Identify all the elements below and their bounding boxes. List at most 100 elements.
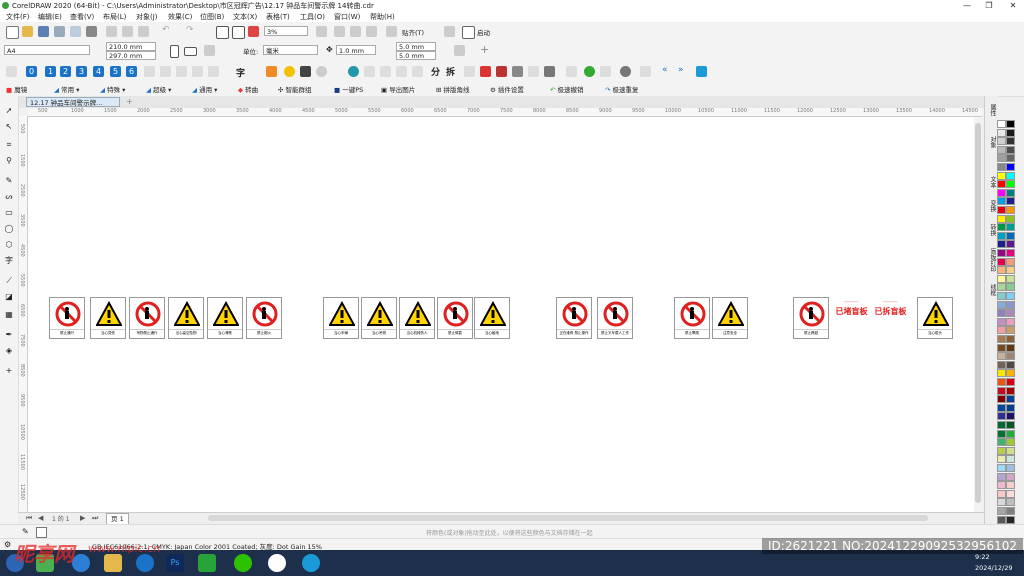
- color-swatch[interactable]: [997, 128, 1006, 137]
- color-swatch[interactable]: [997, 335, 1006, 343]
- undo-icon[interactable]: ↶: [162, 25, 170, 35]
- color-swatch[interactable]: [997, 300, 1006, 309]
- color-swatch[interactable]: [997, 326, 1006, 335]
- vertical-scroll-thumb[interactable]: [975, 123, 981, 503]
- duplicate-x-field[interactable]: 5.0 mm: [396, 42, 436, 51]
- color-swatch[interactable]: [997, 163, 1006, 171]
- safety-sign-warning[interactable]: 当心烫伤: [90, 297, 126, 339]
- fill-icon[interactable]: ◈: [4, 346, 14, 356]
- color-swatch[interactable]: [997, 257, 1006, 266]
- plugin-crop-marks[interactable]: ⊞ 拼版角线: [436, 84, 470, 94]
- color-swatch[interactable]: [997, 137, 1006, 146]
- no-fill-swatch[interactable]: [36, 527, 47, 538]
- blend-icon[interactable]: ◪: [4, 292, 14, 302]
- node-icon[interactable]: [364, 66, 375, 77]
- color-swatch[interactable]: [997, 481, 1006, 490]
- zoom-tool-icon[interactable]: ⚲: [4, 156, 14, 166]
- color-swatch[interactable]: [997, 429, 1006, 438]
- transparency-icon[interactable]: ▦: [4, 310, 14, 320]
- check-icon[interactable]: [6, 66, 17, 77]
- last-page-icon[interactable]: ⏭: [92, 514, 98, 523]
- color-swatch[interactable]: [1006, 343, 1015, 352]
- color-swatch[interactable]: [1006, 403, 1015, 412]
- landscape-icon[interactable]: [184, 47, 197, 56]
- color-swatch[interactable]: [997, 240, 1006, 249]
- color-swatch[interactable]: [997, 274, 1006, 283]
- color-swatch[interactable]: [1006, 326, 1015, 335]
- menu-view[interactable]: 查看(V): [70, 12, 94, 22]
- color-swatch[interactable]: [997, 214, 1006, 223]
- color-swatch[interactable]: [997, 507, 1006, 515]
- color-swatch[interactable]: [997, 515, 1006, 524]
- window-icon[interactable]: [640, 66, 651, 77]
- color-swatch[interactable]: [1006, 472, 1015, 481]
- document-tab[interactable]: 12.17 钟品车间警示牌...: [26, 97, 120, 107]
- table-tool-icon[interactable]: [208, 66, 219, 77]
- page-frame-icon[interactable]: [454, 45, 465, 56]
- color-swatch[interactable]: [1006, 352, 1015, 361]
- docker-tab-objects[interactable]: 对象: [986, 136, 997, 148]
- page-size-select[interactable]: A4: [4, 45, 90, 55]
- snap-icon[interactable]: [386, 26, 397, 37]
- paste-icon[interactable]: [138, 26, 149, 37]
- color-swatch[interactable]: [997, 369, 1006, 378]
- export-icon[interactable]: [232, 26, 245, 39]
- color-swatch[interactable]: [997, 343, 1006, 352]
- color-swatch[interactable]: [997, 464, 1006, 472]
- color-swatch[interactable]: [997, 171, 1006, 180]
- safety-sign-prohibit[interactable]: 正在维修 禁止操作: [556, 297, 592, 339]
- number-3-button[interactable]: 3: [76, 66, 87, 77]
- color-swatch[interactable]: [997, 292, 1006, 300]
- color-swatch[interactable]: [1006, 515, 1015, 524]
- grid-icon[interactable]: [350, 26, 361, 37]
- color-swatch[interactable]: [1006, 163, 1015, 171]
- new-tab-icon[interactable]: +: [126, 97, 133, 106]
- printer-icon[interactable]: [544, 66, 555, 77]
- color-swatch[interactable]: [1006, 395, 1015, 404]
- plugin-special[interactable]: ◢ 特殊 ▾: [100, 84, 125, 94]
- color-swatch[interactable]: [997, 266, 1006, 275]
- plugin-general[interactable]: ◢ 通用 ▾: [192, 84, 217, 94]
- color-swatch[interactable]: [997, 378, 1006, 386]
- color-swatch[interactable]: [1006, 137, 1015, 146]
- page-width-field[interactable]: 210.0 mm: [106, 42, 156, 51]
- color-swatch[interactable]: [997, 154, 1006, 163]
- safety-sign-prohibit[interactable]: 禁止通行: [49, 297, 85, 339]
- color-swatch[interactable]: [1006, 197, 1015, 206]
- color-swatch[interactable]: [1006, 128, 1015, 137]
- prev-page-icon[interactable]: ◀: [38, 514, 43, 522]
- docker-tab-text[interactable]: 文本: [986, 176, 997, 188]
- safety-sign-prohibit[interactable]: 禁止烟火: [246, 297, 282, 339]
- color-swatch[interactable]: [1006, 412, 1015, 421]
- safety-sign-warning[interactable]: 当心碰头: [917, 297, 953, 339]
- safety-sign-prohibit[interactable]: 禁止攀爬: [674, 297, 710, 339]
- color-swatch[interactable]: [997, 472, 1006, 481]
- color-swatch[interactable]: [997, 352, 1006, 361]
- color-swatch[interactable]: [1006, 154, 1015, 163]
- color-swatch[interactable]: [1006, 464, 1015, 472]
- color-swatch[interactable]: [997, 403, 1006, 412]
- color-swatch[interactable]: [997, 421, 1006, 429]
- taskbar-ie-icon[interactable]: [72, 554, 90, 572]
- blind-plate-blocked-board[interactable]: ━━━━━━━━ 已堵盲板: [835, 300, 868, 319]
- color-swatch[interactable]: [1006, 386, 1015, 395]
- plugin-magic-mirror[interactable]: ■ 魔镜: [6, 84, 27, 94]
- safety-sign-prohibit[interactable]: 禁止倚靠: [437, 297, 473, 339]
- color-swatch[interactable]: [1006, 188, 1015, 197]
- taskbar-folder-icon[interactable]: [104, 554, 122, 572]
- trim-icon[interactable]: [412, 66, 423, 77]
- menu-help[interactable]: 帮助(H): [370, 12, 395, 22]
- plugin-export-image[interactable]: ▣ 导出图片: [381, 84, 415, 94]
- number-0-button[interactable]: 0: [26, 66, 37, 77]
- docker-tab-convert[interactable]: 转换: [986, 224, 997, 236]
- menu-file[interactable]: 文件(F): [6, 12, 30, 22]
- screen-icon[interactable]: [696, 66, 707, 77]
- menu-edit[interactable]: 编辑(E): [38, 12, 62, 22]
- nudge-distance-field[interactable]: 1.0 mm: [336, 45, 376, 55]
- palette-icon[interactable]: [584, 66, 595, 77]
- color-swatch[interactable]: [997, 145, 1006, 154]
- color-swatch[interactable]: [1006, 292, 1015, 300]
- shape-tool-icon[interactable]: ↖: [4, 122, 14, 132]
- menu-effects[interactable]: 效果(C): [168, 12, 192, 22]
- portrait-icon[interactable]: [170, 45, 179, 58]
